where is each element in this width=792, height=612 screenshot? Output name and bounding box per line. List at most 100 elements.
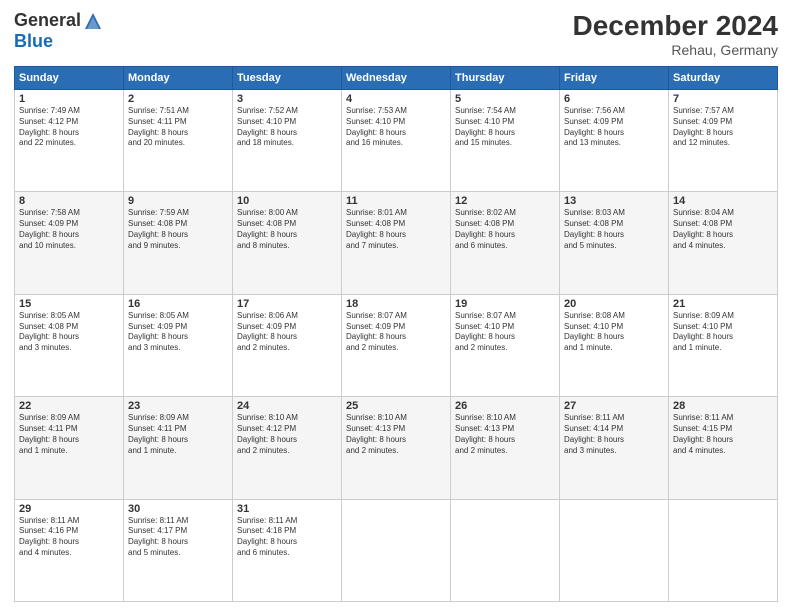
- col-tuesday: Tuesday: [233, 67, 342, 90]
- calendar-cell: 24Sunrise: 8:10 AM Sunset: 4:12 PM Dayli…: [233, 397, 342, 499]
- day-info: Sunrise: 8:06 AM Sunset: 4:09 PM Dayligh…: [237, 311, 337, 354]
- day-number: 22: [19, 400, 119, 412]
- day-number: 23: [128, 400, 228, 412]
- day-info: Sunrise: 8:11 AM Sunset: 4:15 PM Dayligh…: [673, 413, 773, 456]
- calendar-container: General Blue December 2024 Rehau, German…: [0, 0, 792, 612]
- calendar-cell: 22Sunrise: 8:09 AM Sunset: 4:11 PM Dayli…: [15, 397, 124, 499]
- day-number: 17: [237, 298, 337, 310]
- day-info: Sunrise: 8:11 AM Sunset: 4:17 PM Dayligh…: [128, 516, 228, 559]
- day-info: Sunrise: 7:59 AM Sunset: 4:08 PM Dayligh…: [128, 208, 228, 251]
- calendar-cell: 11Sunrise: 8:01 AM Sunset: 4:08 PM Dayli…: [342, 192, 451, 294]
- day-number: 21: [673, 298, 773, 310]
- col-thursday: Thursday: [451, 67, 560, 90]
- calendar-cell: 15Sunrise: 8:05 AM Sunset: 4:08 PM Dayli…: [15, 294, 124, 396]
- calendar-cell: 20Sunrise: 8:08 AM Sunset: 4:10 PM Dayli…: [560, 294, 669, 396]
- calendar-cell: 13Sunrise: 8:03 AM Sunset: 4:08 PM Dayli…: [560, 192, 669, 294]
- calendar-cell: 10Sunrise: 8:00 AM Sunset: 4:08 PM Dayli…: [233, 192, 342, 294]
- day-info: Sunrise: 8:09 AM Sunset: 4:10 PM Dayligh…: [673, 311, 773, 354]
- calendar-cell: 12Sunrise: 8:02 AM Sunset: 4:08 PM Dayli…: [451, 192, 560, 294]
- calendar-cell: 29Sunrise: 8:11 AM Sunset: 4:16 PM Dayli…: [15, 499, 124, 601]
- day-number: 14: [673, 195, 773, 207]
- day-number: 25: [346, 400, 446, 412]
- calendar-week-row: 8Sunrise: 7:58 AM Sunset: 4:09 PM Daylig…: [15, 192, 778, 294]
- day-info: Sunrise: 8:10 AM Sunset: 4:13 PM Dayligh…: [346, 413, 446, 456]
- day-info: Sunrise: 8:10 AM Sunset: 4:12 PM Dayligh…: [237, 413, 337, 456]
- calendar-cell: 14Sunrise: 8:04 AM Sunset: 4:08 PM Dayli…: [669, 192, 778, 294]
- col-sunday: Sunday: [15, 67, 124, 90]
- day-number: 24: [237, 400, 337, 412]
- day-number: 15: [19, 298, 119, 310]
- calendar-cell: 26Sunrise: 8:10 AM Sunset: 4:13 PM Dayli…: [451, 397, 560, 499]
- day-info: Sunrise: 8:05 AM Sunset: 4:09 PM Dayligh…: [128, 311, 228, 354]
- day-info: Sunrise: 8:07 AM Sunset: 4:10 PM Dayligh…: [455, 311, 555, 354]
- day-info: Sunrise: 7:57 AM Sunset: 4:09 PM Dayligh…: [673, 106, 773, 149]
- calendar-header-row: Sunday Monday Tuesday Wednesday Thursday…: [15, 67, 778, 90]
- day-info: Sunrise: 8:08 AM Sunset: 4:10 PM Dayligh…: [564, 311, 664, 354]
- day-number: 19: [455, 298, 555, 310]
- calendar-cell: [669, 499, 778, 601]
- logo-general-text: General: [14, 10, 81, 31]
- day-number: 6: [564, 93, 664, 105]
- day-number: 26: [455, 400, 555, 412]
- calendar-cell: [451, 499, 560, 601]
- col-wednesday: Wednesday: [342, 67, 451, 90]
- calendar-cell: 31Sunrise: 8:11 AM Sunset: 4:18 PM Dayli…: [233, 499, 342, 601]
- day-info: Sunrise: 7:52 AM Sunset: 4:10 PM Dayligh…: [237, 106, 337, 149]
- day-info: Sunrise: 8:09 AM Sunset: 4:11 PM Dayligh…: [128, 413, 228, 456]
- day-info: Sunrise: 8:01 AM Sunset: 4:08 PM Dayligh…: [346, 208, 446, 251]
- day-number: 2: [128, 93, 228, 105]
- day-number: 4: [346, 93, 446, 105]
- calendar-cell: 4Sunrise: 7:53 AM Sunset: 4:10 PM Daylig…: [342, 90, 451, 192]
- day-number: 30: [128, 503, 228, 515]
- col-saturday: Saturday: [669, 67, 778, 90]
- month-title: December 2024: [573, 10, 778, 42]
- day-number: 16: [128, 298, 228, 310]
- calendar-cell: 3Sunrise: 7:52 AM Sunset: 4:10 PM Daylig…: [233, 90, 342, 192]
- day-number: 18: [346, 298, 446, 310]
- day-info: Sunrise: 7:54 AM Sunset: 4:10 PM Dayligh…: [455, 106, 555, 149]
- calendar-cell: 30Sunrise: 8:11 AM Sunset: 4:17 PM Dayli…: [124, 499, 233, 601]
- calendar-cell: 7Sunrise: 7:57 AM Sunset: 4:09 PM Daylig…: [669, 90, 778, 192]
- logo: General Blue: [14, 10, 103, 52]
- col-monday: Monday: [124, 67, 233, 90]
- day-number: 5: [455, 93, 555, 105]
- day-info: Sunrise: 8:10 AM Sunset: 4:13 PM Dayligh…: [455, 413, 555, 456]
- calendar-cell: [560, 499, 669, 601]
- day-info: Sunrise: 8:00 AM Sunset: 4:08 PM Dayligh…: [237, 208, 337, 251]
- day-info: Sunrise: 7:58 AM Sunset: 4:09 PM Dayligh…: [19, 208, 119, 251]
- location: Rehau, Germany: [573, 42, 778, 58]
- calendar-cell: 2Sunrise: 7:51 AM Sunset: 4:11 PM Daylig…: [124, 90, 233, 192]
- calendar-cell: 17Sunrise: 8:06 AM Sunset: 4:09 PM Dayli…: [233, 294, 342, 396]
- day-info: Sunrise: 8:11 AM Sunset: 4:18 PM Dayligh…: [237, 516, 337, 559]
- calendar-cell: 21Sunrise: 8:09 AM Sunset: 4:10 PM Dayli…: [669, 294, 778, 396]
- day-number: 28: [673, 400, 773, 412]
- day-number: 9: [128, 195, 228, 207]
- logo-blue-text: Blue: [14, 31, 53, 52]
- calendar-week-row: 29Sunrise: 8:11 AM Sunset: 4:16 PM Dayli…: [15, 499, 778, 601]
- day-number: 7: [673, 93, 773, 105]
- day-number: 1: [19, 93, 119, 105]
- calendar-week-row: 22 Sunrise: 8:09 AM Sunset: 4:11 PM Dayli…: [15, 397, 778, 499]
- day-info: Sunrise: 8:11 AM Sunset: 4:16 PM Dayligh…: [19, 516, 119, 559]
- calendar-cell: 16Sunrise: 8:05 AM Sunset: 4:09 PM Dayli…: [124, 294, 233, 396]
- day-number: 12: [455, 195, 555, 207]
- day-number: 8: [19, 195, 119, 207]
- calendar-cell: 25Sunrise: 8:10 AM Sunset: 4:13 PM Dayli…: [342, 397, 451, 499]
- calendar-week-row: 15Sunrise: 8:05 AM Sunset: 4:08 PM Dayli…: [15, 294, 778, 396]
- calendar-cell: 28Sunrise: 8:11 AM Sunset: 4:15 PM Dayli…: [669, 397, 778, 499]
- calendar-cell: 6Sunrise: 7:56 AM Sunset: 4:09 PM Daylig…: [560, 90, 669, 192]
- day-number: 31: [237, 503, 337, 515]
- day-info: Sunrise: 8:07 AM Sunset: 4:09 PM Dayligh…: [346, 311, 446, 354]
- day-info: Sunrise: 7:49 AM Sunset: 4:12 PM Dayligh…: [19, 106, 119, 149]
- calendar-cell: 9Sunrise: 7:59 AM Sunset: 4:08 PM Daylig…: [124, 192, 233, 294]
- day-number: 11: [346, 195, 446, 207]
- calendar-week-row: 1Sunrise: 7:49 AM Sunset: 4:12 PM Daylig…: [15, 90, 778, 192]
- calendar-cell: 27Sunrise: 8:11 AM Sunset: 4:14 PM Dayli…: [560, 397, 669, 499]
- calendar-cell: 1Sunrise: 7:49 AM Sunset: 4:12 PM Daylig…: [15, 90, 124, 192]
- day-info: Sunrise: 7:53 AM Sunset: 4:10 PM Dayligh…: [346, 106, 446, 149]
- day-number: 3: [237, 93, 337, 105]
- calendar-cell: 18Sunrise: 8:07 AM Sunset: 4:09 PM Dayli…: [342, 294, 451, 396]
- day-info: Sunrise: 7:56 AM Sunset: 4:09 PM Dayligh…: [564, 106, 664, 149]
- day-number: 27: [564, 400, 664, 412]
- day-info: Sunrise: 7:51 AM Sunset: 4:11 PM Dayligh…: [128, 106, 228, 149]
